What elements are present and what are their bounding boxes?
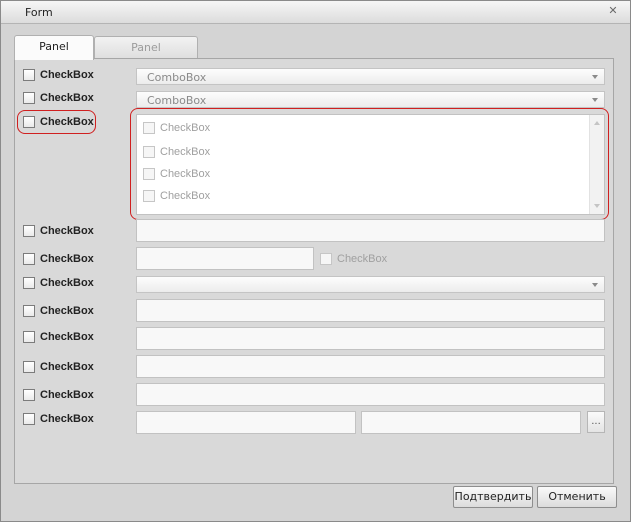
- checked-listbox[interactable]: CheckBox CheckBox CheckBox CheckBox: [136, 114, 605, 215]
- checkbox-row-9[interactable]: CheckBox: [23, 359, 94, 375]
- close-icon[interactable]: ✕: [608, 5, 618, 16]
- chevron-down-icon: [592, 75, 598, 79]
- checkbox-label: CheckBox: [40, 413, 94, 425]
- browse-button[interactable]: ...: [587, 411, 605, 433]
- tab-panel-2[interactable]: Panel: [94, 36, 198, 59]
- text-field-row-5[interactable]: [136, 247, 314, 270]
- form-window: Form ✕ Panel Panel CheckBox ComboBox Che…: [0, 0, 631, 522]
- checkbox-box[interactable]: [23, 305, 35, 317]
- checkbox-box[interactable]: [320, 253, 332, 265]
- cancel-button[interactable]: Отменить: [537, 486, 617, 508]
- scroll-down-icon[interactable]: [594, 204, 600, 208]
- listbox-scrollbar[interactable]: [589, 115, 604, 214]
- listbox-item-label: CheckBox: [160, 190, 211, 202]
- checkbox-box[interactable]: [23, 69, 35, 81]
- checkbox-row-10[interactable]: CheckBox: [23, 387, 94, 403]
- checkbox-label: CheckBox: [40, 331, 94, 343]
- listbox-item[interactable]: CheckBox: [143, 144, 210, 160]
- checkbox-row-7[interactable]: CheckBox: [23, 303, 94, 319]
- checkbox-row-11[interactable]: CheckBox: [23, 411, 94, 427]
- checkbox-row-3[interactable]: CheckBox: [23, 114, 94, 130]
- checkbox-label: CheckBox: [40, 305, 94, 317]
- checkbox-row-1[interactable]: CheckBox: [23, 67, 94, 83]
- listbox-item-label: CheckBox: [160, 168, 211, 180]
- inline-checkbox-row-5[interactable]: CheckBox: [320, 251, 387, 267]
- listbox-item[interactable]: CheckBox: [143, 120, 210, 136]
- checkbox-box[interactable]: [143, 168, 155, 180]
- checkbox-label: CheckBox: [40, 92, 94, 104]
- listbox-item[interactable]: CheckBox: [143, 166, 210, 182]
- checkbox-label: CheckBox: [40, 389, 94, 401]
- text-field-row-11-right[interactable]: [361, 411, 581, 434]
- listbox-item[interactable]: CheckBox: [143, 188, 210, 204]
- checkbox-box[interactable]: [23, 361, 35, 373]
- listbox-item-label: CheckBox: [160, 122, 211, 134]
- checkbox-box[interactable]: [23, 116, 35, 128]
- checkbox-box[interactable]: [23, 92, 35, 104]
- tab-label: Panel: [39, 40, 69, 53]
- text-field-row-8[interactable]: [136, 327, 605, 350]
- confirm-button[interactable]: Подтвердить: [453, 486, 533, 508]
- combobox-row-6[interactable]: [136, 276, 605, 293]
- checkbox-label: CheckBox: [40, 253, 94, 265]
- text-field-row-11-left[interactable]: [136, 411, 356, 434]
- checkbox-box[interactable]: [23, 413, 35, 425]
- scroll-up-icon[interactable]: [594, 121, 600, 125]
- window-title: Form: [25, 6, 53, 19]
- title-bar[interactable]: Form ✕: [1, 1, 630, 24]
- checkbox-label: CheckBox: [40, 116, 94, 128]
- combobox-text: ComboBox: [147, 94, 207, 107]
- tab-panel-1[interactable]: Panel: [14, 35, 94, 60]
- checkbox-box[interactable]: [23, 253, 35, 265]
- text-field-row-10[interactable]: [136, 383, 605, 406]
- text-field-row-4[interactable]: [136, 219, 605, 242]
- checkbox-box[interactable]: [23, 331, 35, 343]
- checkbox-row-6[interactable]: CheckBox: [23, 275, 94, 291]
- combobox-row-1[interactable]: ComboBox: [136, 68, 605, 85]
- checkbox-row-2[interactable]: CheckBox: [23, 90, 94, 106]
- combobox-text: ComboBox: [147, 71, 207, 84]
- checkbox-row-8[interactable]: CheckBox: [23, 329, 94, 345]
- text-field-row-7[interactable]: [136, 299, 605, 322]
- chevron-down-icon: [592, 283, 598, 287]
- checkbox-box[interactable]: [23, 225, 35, 237]
- checkbox-box[interactable]: [143, 122, 155, 134]
- text-field-row-9[interactable]: [136, 355, 605, 378]
- checkbox-box[interactable]: [23, 389, 35, 401]
- listbox-item-label: CheckBox: [160, 146, 211, 158]
- checkbox-label: CheckBox: [40, 361, 94, 373]
- checkbox-row-5[interactable]: CheckBox: [23, 251, 94, 267]
- chevron-down-icon: [592, 98, 598, 102]
- tab-label: Panel: [131, 41, 161, 54]
- checkbox-box[interactable]: [143, 190, 155, 202]
- checkbox-box[interactable]: [23, 277, 35, 289]
- checkbox-label: CheckBox: [40, 277, 94, 289]
- checkbox-label: CheckBox: [337, 253, 388, 265]
- checkbox-row-4[interactable]: CheckBox: [23, 223, 94, 239]
- checkbox-label: CheckBox: [40, 225, 94, 237]
- combobox-row-2[interactable]: ComboBox: [136, 91, 605, 108]
- checkbox-box[interactable]: [143, 146, 155, 158]
- checkbox-label: CheckBox: [40, 69, 94, 81]
